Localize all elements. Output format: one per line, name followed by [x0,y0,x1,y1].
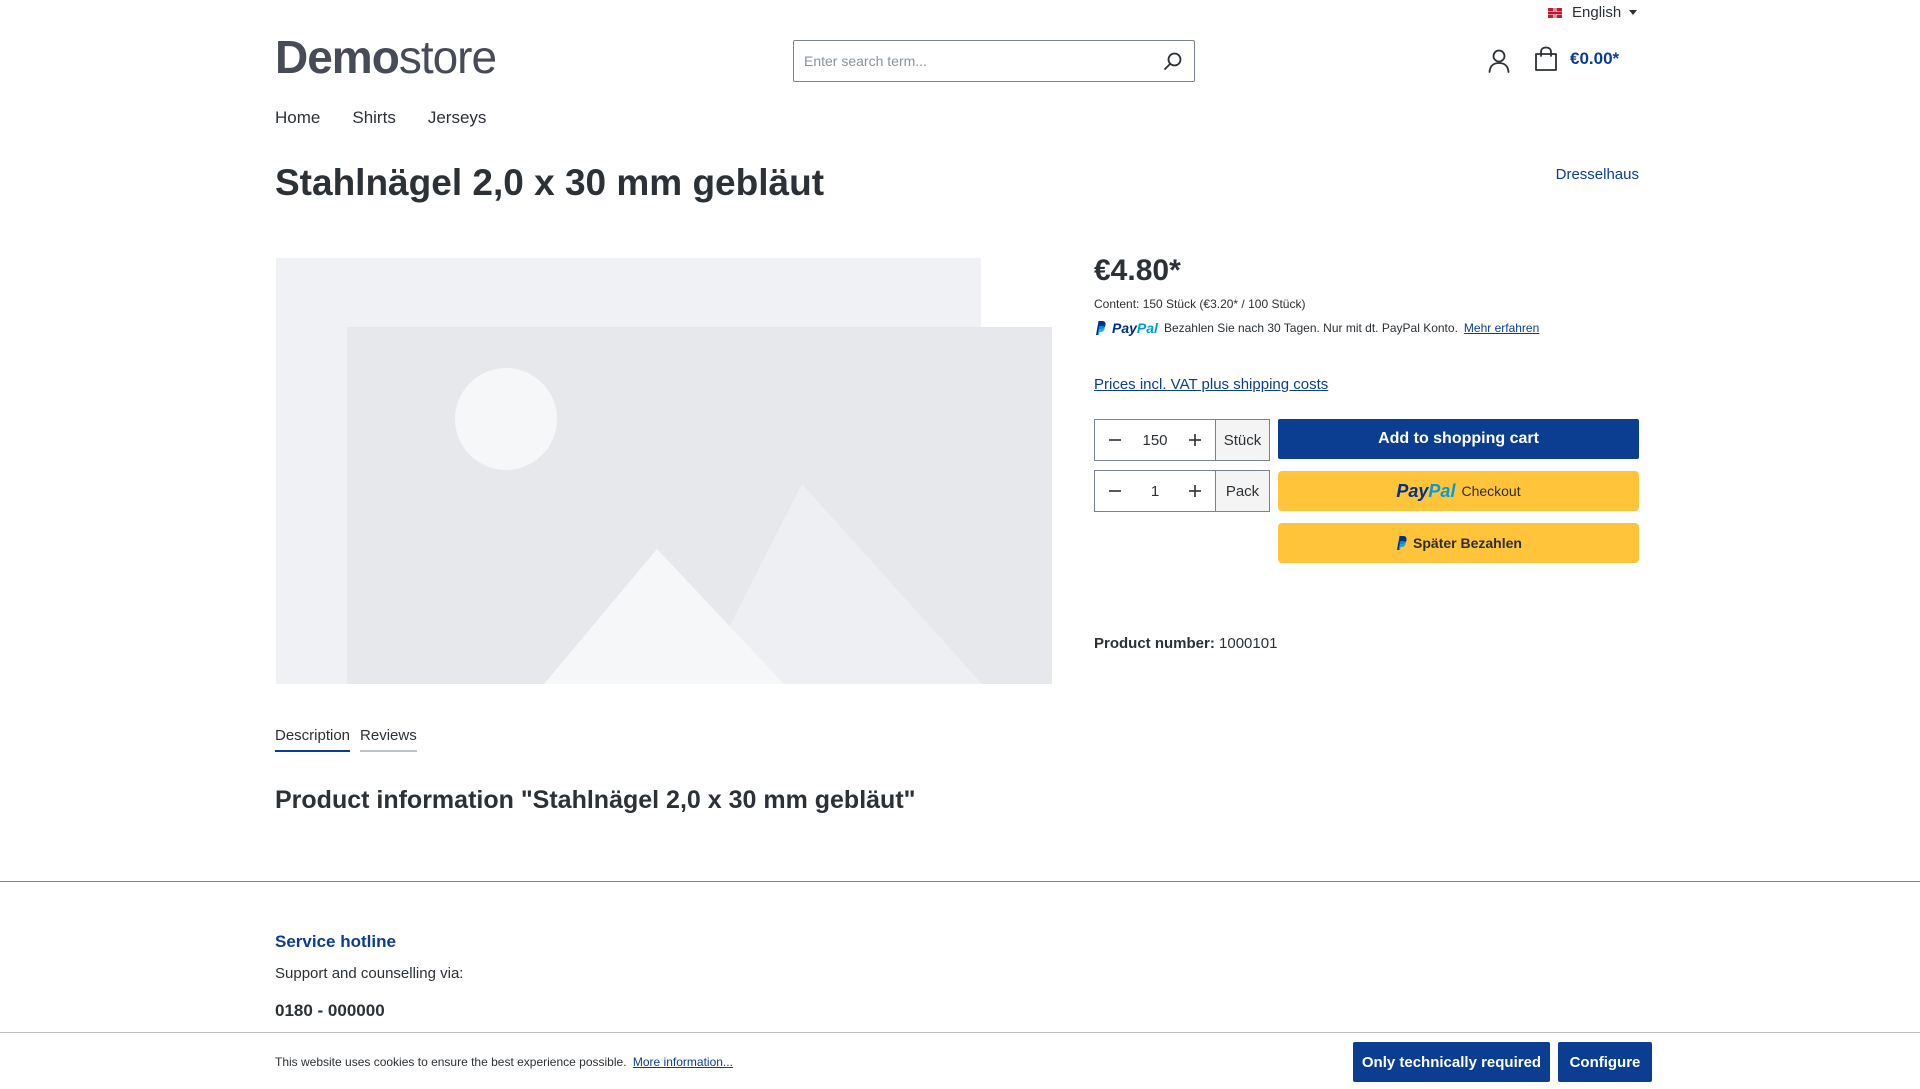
minus-icon [1109,490,1121,492]
language-label: English [1572,4,1622,21]
footer-divider [0,881,1920,882]
tab-description[interactable]: Description [275,727,351,752]
tab-reviews[interactable]: Reviews [360,727,417,752]
unit-label-packs: Pack [1215,471,1269,511]
shopping-bag-icon [1535,46,1557,71]
product-information-heading: Product information "Stahlnägel 2,0 x 30… [275,786,916,814]
plus-icon [1189,485,1201,497]
quantity-input-pieces[interactable] [1135,420,1175,460]
product-image-placeholder [276,258,1052,684]
search-box [793,40,1195,82]
minus-icon [1109,439,1121,441]
paypal-logo-icon [1397,536,1407,550]
quantity-stepper-packs: Pack [1094,470,1270,512]
increase-quantity-button[interactable] [1175,420,1215,460]
paypal-pay-later-button[interactable]: Später Bezahlen [1278,523,1639,563]
cookie-message: This website uses cookies to ensure the … [275,1055,733,1069]
service-hotline-title: Service hotline [275,932,396,951]
increase-pack-button[interactable] [1175,471,1215,511]
service-hotline-phone[interactable]: 0180 - 000000 [275,1001,385,1021]
language-selector[interactable]: English [1548,4,1638,21]
manufacturer-link[interactable]: Dresselhaus [1556,166,1639,183]
account-button[interactable] [1486,48,1512,74]
product-price: €4.80* [1094,254,1181,287]
logo-light: store [398,31,497,83]
product-title: Stahlnägel 2,0 x 30 mm gebläut [275,162,825,203]
paypal-message-text: Bezahlen Sie nach 30 Tagen. Nur mit dt. … [1163,321,1458,335]
search-button[interactable] [1152,41,1194,81]
user-icon [1488,49,1510,73]
search-input[interactable] [794,41,1152,81]
logo-bold: Demo [275,31,400,83]
search-icon [1164,52,1182,70]
product-number-value: 1000101 [1219,635,1278,652]
decrease-quantity-button[interactable] [1095,420,1135,460]
nav-item-shirts[interactable]: Shirts [352,108,395,128]
paypal-later-label: Später Bezahlen [1413,535,1522,551]
cookie-text: This website uses cookies to ensure the … [275,1055,627,1069]
paypal-checkout-label: Checkout [1461,483,1521,499]
vat-shipping-link[interactable]: Prices incl. VAT plus shipping costs [1094,376,1328,393]
add-to-cart-button[interactable]: Add to shopping cart [1278,419,1639,459]
only-technically-required-button[interactable]: Only technically required [1353,1042,1550,1082]
paypal-wordmark: PayPal [1396,480,1456,501]
product-number: Product number: 1000101 [1094,635,1277,652]
configure-cookies-button[interactable]: Configure [1558,1042,1652,1082]
quantity-stepper-pieces: Stück [1094,419,1270,461]
nav-item-home[interactable]: Home [275,108,320,128]
paypal-checkout-button[interactable]: PayPal Checkout [1278,471,1639,511]
paypal-logo-icon [1096,321,1106,335]
cart-total: €0.00* [1570,49,1620,68]
product-tabs: Description Reviews [275,727,417,752]
nav-item-jerseys[interactable]: Jerseys [428,108,487,128]
product-number-label: Product number: [1094,635,1215,652]
plus-icon [1189,434,1201,446]
cookie-more-link[interactable]: More information... [633,1055,733,1069]
cart-button[interactable]: €0.00* [1534,46,1619,72]
unit-label-pieces: Stück [1215,420,1269,460]
image-placeholder-icon [276,258,1052,684]
service-hotline-subtitle: Support and counselling via: [275,965,464,982]
cookie-bar: This website uses cookies to ensure the … [0,1032,1920,1089]
quantity-input-packs[interactable] [1135,471,1175,511]
uk-flag-icon [1548,7,1562,18]
content-info: Content: 150 Stück (€3.20* / 100 Stück) [1094,297,1306,311]
decrease-pack-button[interactable] [1095,471,1135,511]
main-navigation: Home Shirts Jerseys [275,108,486,128]
paypal-wordmark: PayPal [1112,320,1158,336]
paypal-installment-message: PayPal Bezahlen Sie nach 30 Tagen. Nur m… [1094,320,1539,336]
paypal-more-link[interactable]: Mehr erfahren [1464,321,1539,335]
chevron-down-icon [1629,10,1638,15]
store-logo[interactable]: Demostore [275,30,497,84]
